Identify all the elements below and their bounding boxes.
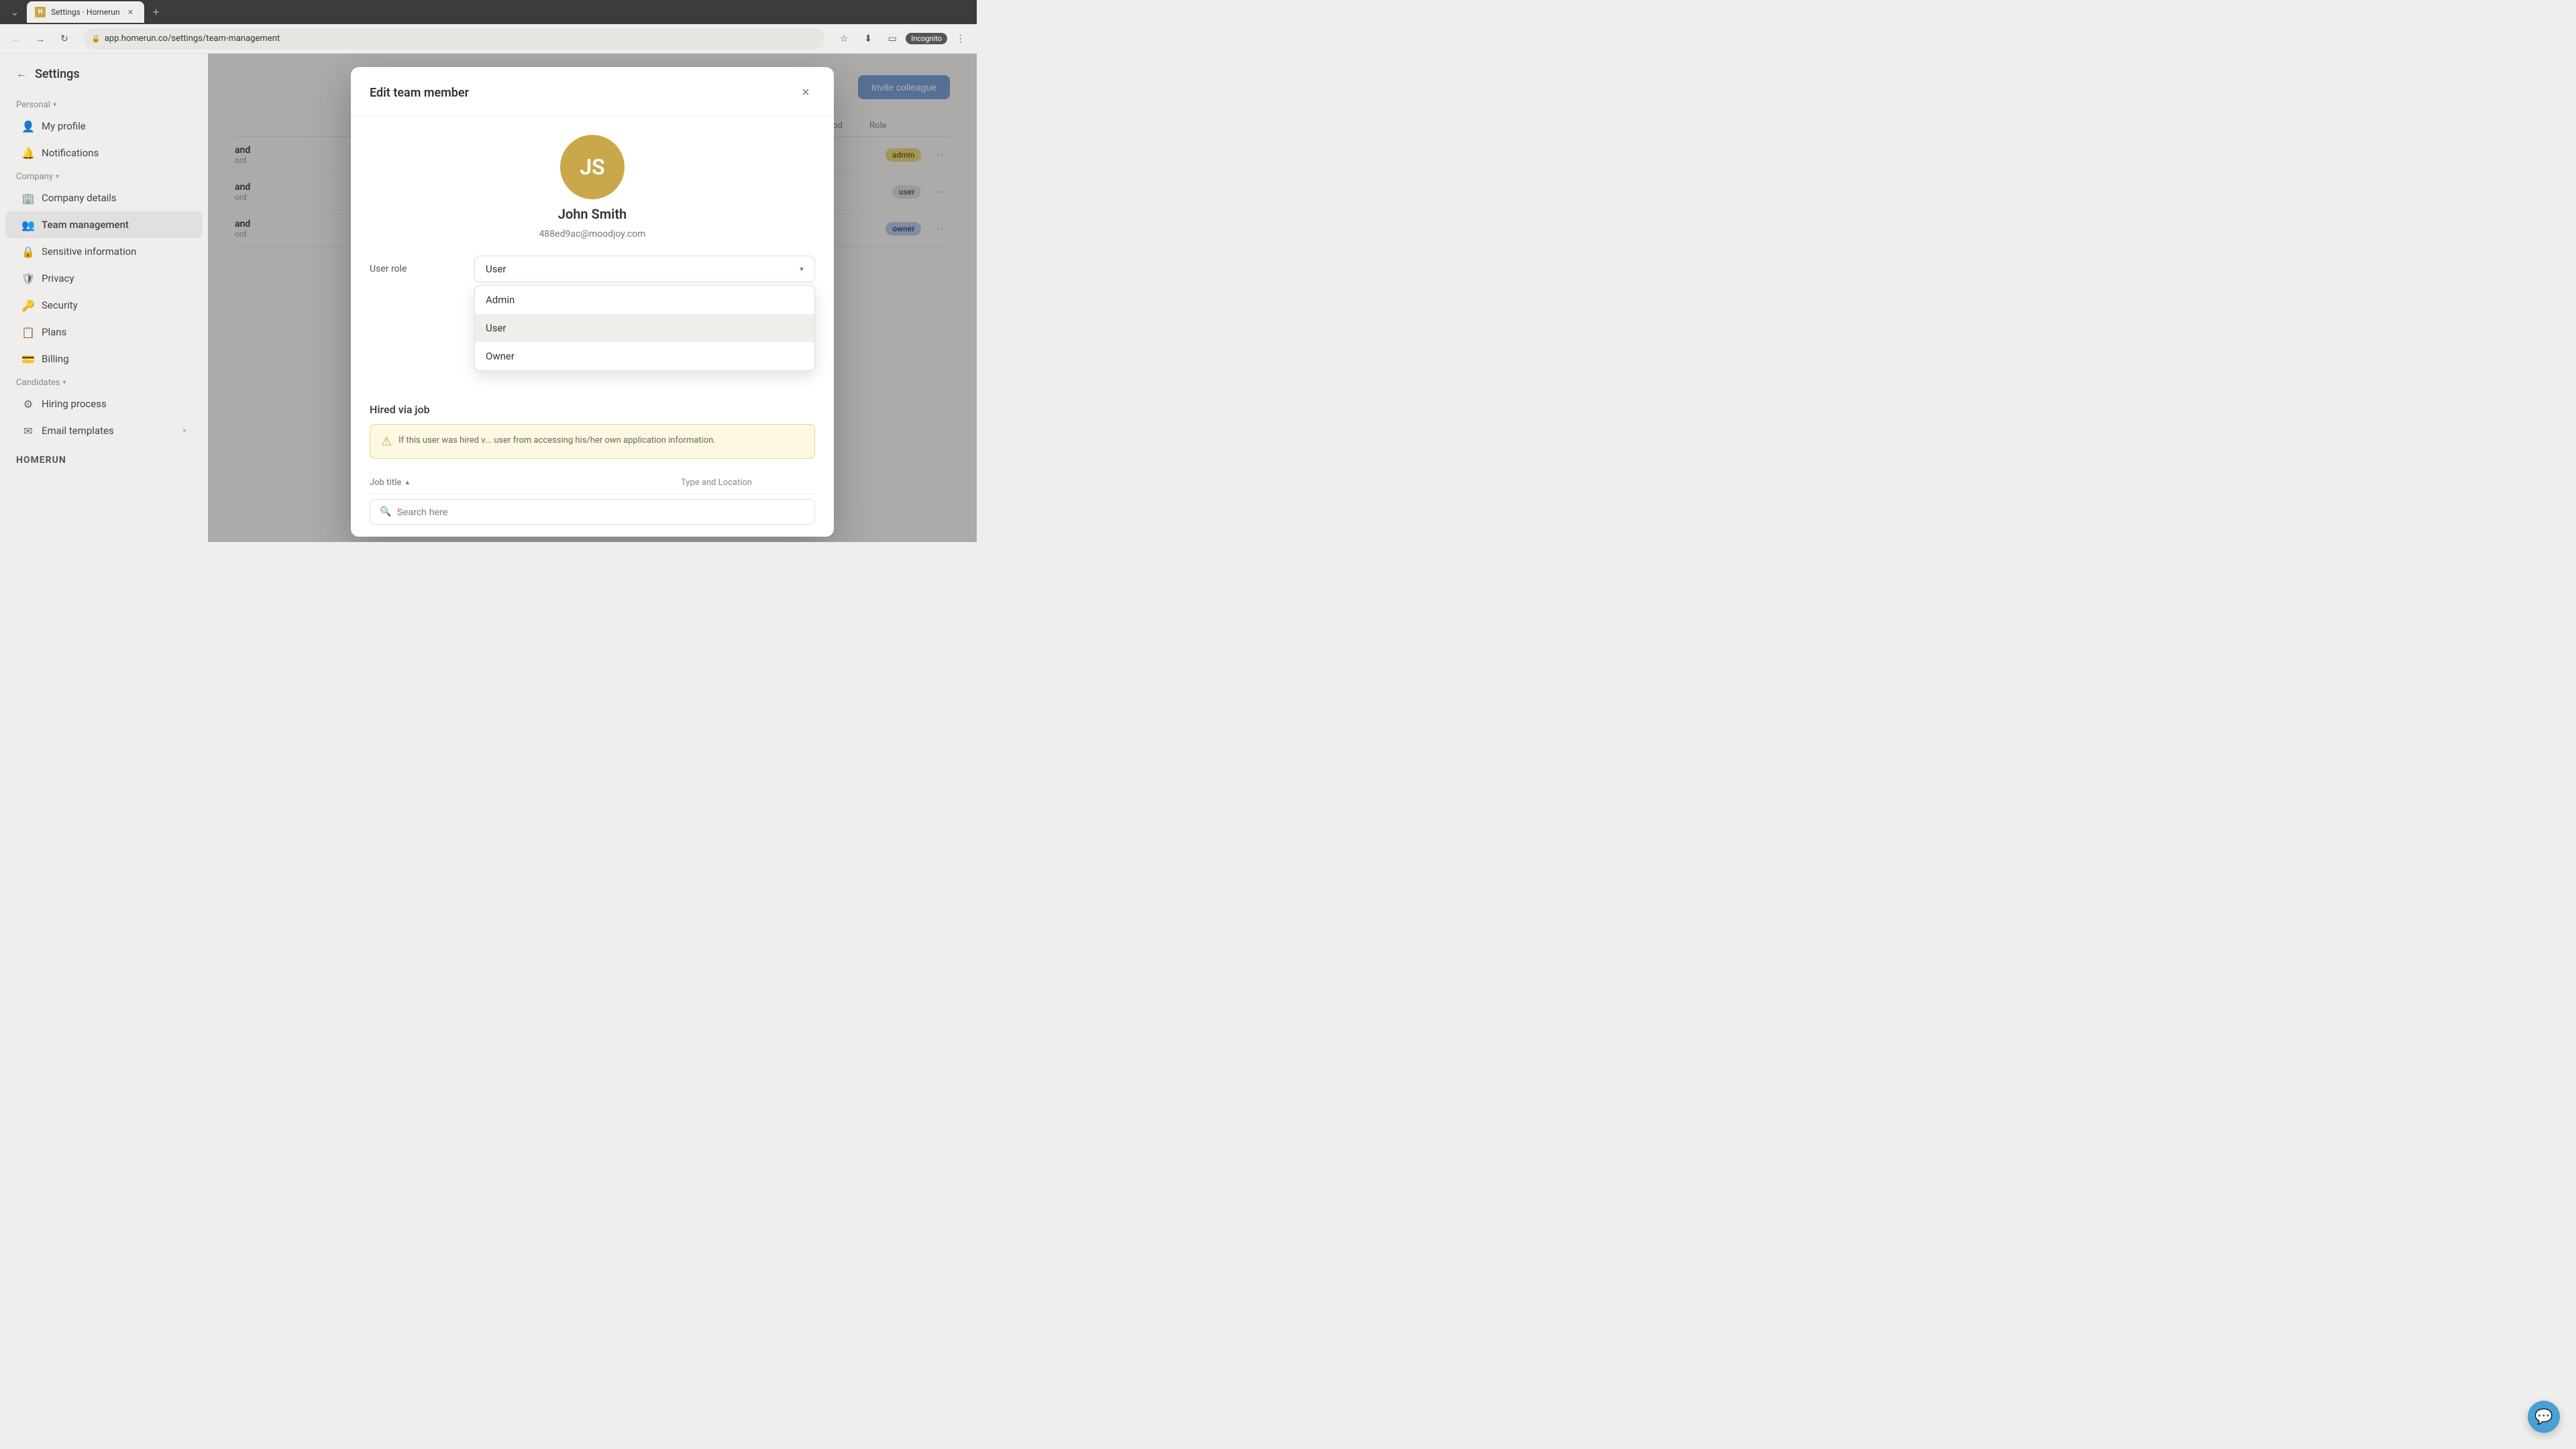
address-bar: ← → ↻ 🔒 app.homerun.co/settings/team-man… (0, 24, 977, 54)
modal-overlay[interactable]: Edit team member × JS John Smith 488ed9a… (208, 54, 977, 542)
sidebar-item-my-profile[interactable]: 👤 My profile (5, 113, 203, 140)
person-icon: 👤 (21, 119, 35, 133)
address-field[interactable]: 🔒 app.homerun.co/settings/team-managemen… (83, 28, 825, 50)
logo-text: HOMERUN (16, 455, 192, 466)
tab-arrange-btn[interactable]: ▭ (881, 28, 903, 50)
avatar-section: JS John Smith 488ed9ac@moodjoy.com (370, 135, 815, 239)
building-icon: 🏢 (21, 191, 35, 205)
billing-icon: 💳 (21, 352, 35, 366)
sidebar-logo: HOMERUN (0, 444, 208, 466)
modal-title: Edit team member (370, 86, 469, 100)
hiring-icon: ⚙ (21, 397, 35, 411)
sidebar: ← Settings Personal ▾ 👤 My profile 🔔 Not… (0, 54, 208, 542)
hired-via-title: Hired via job (370, 403, 815, 416)
warning-box: ⚠ If this user was hired v... user from … (370, 424, 815, 459)
key-icon: 🔑 (21, 299, 35, 312)
jobs-section-header: Job title ▲ Type and Location (370, 472, 815, 494)
sidebar-item-notifications[interactable]: 🔔 Notifications (5, 140, 203, 166)
sidebar-item-hiring-process[interactable]: ⚙ Hiring process (5, 390, 203, 417)
company-chevron: ▾ (56, 173, 59, 180)
sidebar-item-label: Notifications (42, 147, 99, 159)
menu-btn[interactable]: ⋮ (950, 28, 971, 50)
back-nav-btn[interactable]: ← (5, 28, 27, 50)
sidebar-item-label: Privacy (42, 272, 74, 284)
tab-list-btn[interactable]: ⌄ (5, 3, 24, 21)
job-title-col: Job title ▲ (370, 478, 670, 488)
lock-sidebar-icon: 🔒 (21, 245, 35, 258)
modal-header: Edit team member × (351, 67, 834, 116)
chat-btn[interactable]: 💬 (2528, 1401, 2560, 1433)
sidebar-item-label: Company details (42, 192, 117, 204)
role-select[interactable]: User ▾ (474, 256, 815, 282)
edit-team-member-modal: Edit team member × JS John Smith 488ed9a… (351, 67, 834, 537)
incognito-badge: Incognito (906, 33, 947, 44)
download-btn[interactable]: ⬇ (857, 28, 879, 50)
tab-favicon: H (35, 7, 46, 17)
address-text: app.homerun.co/settings/team-management (105, 34, 818, 44)
plans-icon: 📋 (21, 325, 35, 339)
sidebar-item-label: Email templates (42, 425, 114, 437)
role-select-value: User (486, 263, 506, 275)
sidebar-item-billing[interactable]: 💳 Billing (5, 345, 203, 372)
dropdown-item-admin[interactable]: Admin (475, 286, 814, 314)
search-icon: 🔍 (380, 506, 391, 517)
user-role-form-row: User role User ▾ Admin (370, 256, 815, 282)
hired-via-section: Hired via job ⚠ If this user was hired v… (370, 403, 815, 525)
role-dropdown-menu: Admin User Owner (474, 285, 815, 371)
sidebar-item-label: Security (42, 299, 78, 311)
sidebar-back-btn[interactable]: ← (16, 68, 27, 80)
search-box: 🔍 (370, 499, 815, 525)
role-label: User role (370, 256, 464, 274)
tab-title: Settings · Homerun (51, 7, 120, 17)
browser-tab-bar: ⌄ H Settings · Homerun ✕ + (0, 0, 977, 24)
warning-icon: ⚠ (381, 435, 392, 449)
avatar: JS (560, 135, 625, 199)
candidates-section-label: Candidates ▾ (0, 372, 208, 390)
app-container: ← Settings Personal ▾ 👤 My profile 🔔 Not… (0, 54, 977, 542)
sidebar-item-email-templates[interactable]: ✉ Email templates ▾ (5, 417, 203, 444)
bookmark-btn[interactable]: ☆ (833, 28, 855, 50)
search-input[interactable] (396, 506, 805, 517)
forward-nav-btn[interactable]: → (30, 28, 51, 50)
sidebar-item-label: My profile (42, 120, 86, 132)
new-tab-btn[interactable]: + (147, 3, 166, 21)
modal-body: JS John Smith 488ed9ac@moodjoy.com User … (351, 116, 834, 537)
sidebar-item-company-details[interactable]: 🏢 Company details (5, 184, 203, 211)
reload-btn[interactable]: ↻ (54, 28, 75, 50)
warning-text: If this user was hired v... user from ac… (398, 434, 716, 449)
sidebar-item-security[interactable]: 🔑 Security (5, 292, 203, 319)
bell-icon: 🔔 (21, 146, 35, 160)
sidebar-item-label: Team management (42, 219, 129, 231)
candidates-chevron: ▾ (62, 379, 66, 386)
sidebar-item-privacy[interactable]: 🛡 Privacy (5, 265, 203, 292)
team-icon: 👥 (21, 218, 35, 231)
sidebar-item-team-management[interactable]: 👥 Team management (5, 211, 203, 238)
user-email: 488ed9ac@moodjoy.com (539, 229, 646, 239)
email-icon: ✉ (21, 424, 35, 437)
sidebar-title: Settings (35, 67, 80, 81)
main-content: Invite colleague method Role and ord adm… (208, 54, 977, 542)
modal-close-btn[interactable]: × (796, 83, 815, 102)
user-fullname: John Smith (558, 206, 627, 222)
sidebar-item-sensitive-info[interactable]: 🔒 Sensitive information (5, 238, 203, 265)
dropdown-item-owner[interactable]: Owner (475, 342, 814, 370)
sidebar-item-label: Sensitive information (42, 246, 136, 258)
personal-chevron: ▾ (53, 101, 56, 109)
sidebar-item-label: Billing (42, 353, 69, 365)
sidebar-item-label: Hiring process (42, 398, 107, 410)
active-tab[interactable]: H Settings · Homerun ✕ (27, 1, 144, 23)
chevron-down-icon: ▾ (800, 264, 804, 274)
type-location-col: Type and Location (681, 478, 815, 488)
sidebar-item-label: Plans (42, 326, 66, 338)
personal-section-label: Personal ▾ (0, 95, 208, 113)
shield-icon: 🛡 (21, 272, 35, 285)
sidebar-item-plans[interactable]: 📋 Plans (5, 319, 203, 345)
role-select-wrapper: User ▾ Admin User (474, 256, 815, 282)
tab-close-btn[interactable]: ✕ (125, 7, 136, 17)
sidebar-header: ← Settings (0, 67, 208, 95)
lock-icon: 🔒 (91, 34, 101, 43)
company-section-label: Company ▾ (0, 166, 208, 184)
dropdown-item-user[interactable]: User (475, 314, 814, 342)
